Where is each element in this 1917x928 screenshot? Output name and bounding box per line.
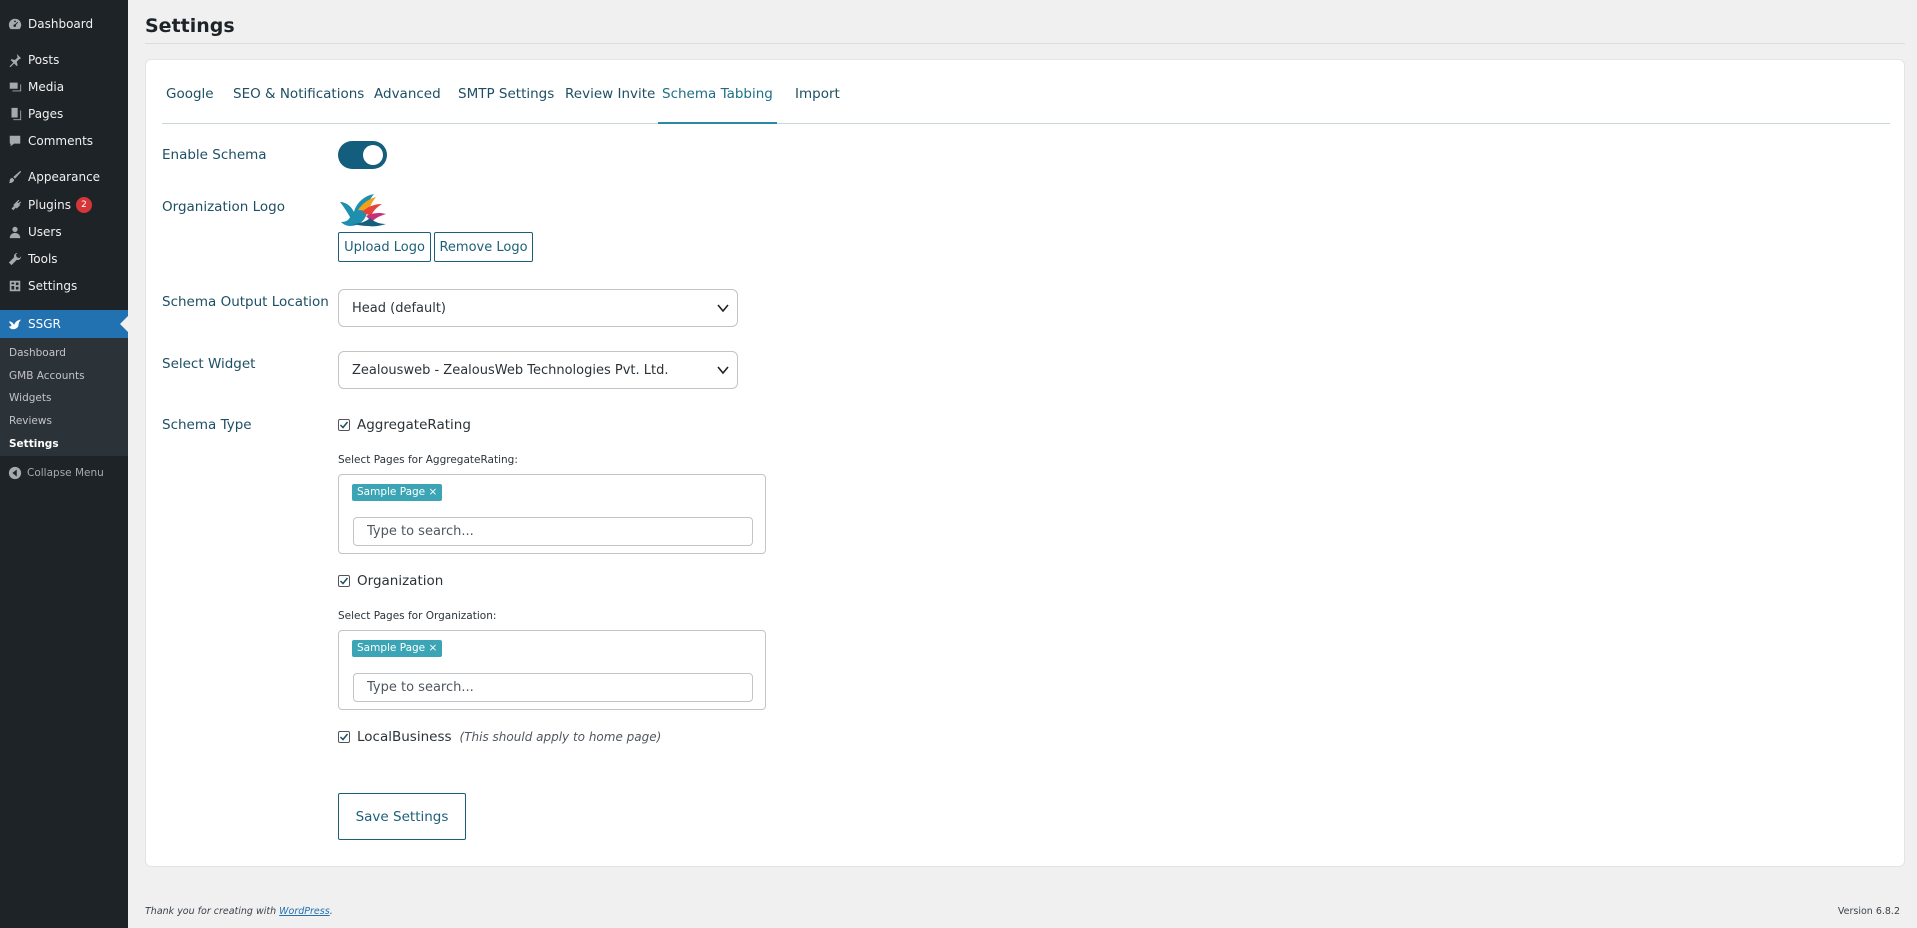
enable-schema-label: Enable Schema: [162, 147, 267, 163]
menu-label: SSGR: [28, 317, 61, 331]
menu-label: Appearance: [28, 170, 101, 184]
selected-value: Zealousweb - ZealousWeb Technologies Pvt…: [352, 362, 669, 378]
collapse-menu-button[interactable]: Collapse Menu: [0, 461, 128, 485]
menu-label: Settings: [28, 279, 78, 293]
aggregate-pages-multiselect: Sample Page ×: [338, 474, 766, 554]
select-widget-select[interactable]: Zealousweb - ZealousWeb Technologies Pvt…: [338, 351, 738, 389]
ssgr-submenu: Dashboard GMB Accounts Widgets Reviews S…: [0, 338, 128, 456]
menu-label: Media: [28, 80, 65, 94]
organization-checkbox[interactable]: [338, 575, 350, 587]
selected-page-chip[interactable]: Sample Page ×: [352, 484, 443, 501]
menu-item-dashboard[interactable]: Dashboard: [0, 11, 128, 37]
menu-label: Plugins: [28, 198, 71, 212]
tab-review-invite[interactable]: Review Invite: [561, 87, 659, 124]
wordpress-link[interactable]: WordPress: [279, 906, 330, 917]
brush-icon: [7, 169, 23, 185]
comment-icon: [7, 133, 23, 149]
menu-label: Tools: [28, 252, 58, 266]
menu-label: Dashboard: [28, 17, 94, 31]
menu-item-appearance[interactable]: Appearance: [0, 164, 128, 190]
schema-type-label: Schema Type: [162, 417, 252, 433]
settings-panel: Google SEO & Notifications Advanced SMTP…: [145, 59, 1905, 867]
collapse-menu-label: Collapse Menu: [27, 467, 104, 479]
bird-icon: [7, 316, 23, 332]
aggregate-pages-label: Select Pages for AggregateRating:: [338, 454, 518, 466]
settings-tabs: Google SEO & Notifications Advanced SMTP…: [162, 60, 1890, 124]
tab-advanced[interactable]: Advanced: [370, 87, 445, 124]
pin-icon: [7, 52, 23, 68]
menu-item-posts[interactable]: Posts: [0, 47, 128, 73]
admin-sidebar: Dashboard Posts Media Pages Comments App…: [0, 0, 128, 928]
tab-google[interactable]: Google: [162, 87, 218, 124]
menu-label: Pages: [28, 107, 64, 121]
local-business-row: LocalBusiness (This should apply to home…: [338, 729, 661, 745]
submenu-item-gmb-accounts[interactable]: GMB Accounts: [9, 367, 85, 385]
schema-output-location-select[interactable]: Head (default): [338, 289, 738, 327]
pages-icon: [7, 106, 23, 122]
tab-smtp-settings[interactable]: SMTP Settings: [454, 87, 558, 124]
chevron-down-icon: [717, 304, 729, 313]
organization-label: Organization: [357, 573, 444, 589]
tab-import[interactable]: Import: [791, 87, 844, 124]
menu-label: Users: [28, 225, 62, 239]
menu-label: Comments: [28, 134, 94, 148]
submenu-item-settings[interactable]: Settings: [9, 435, 59, 453]
wrench-icon: [7, 251, 23, 267]
local-business-label: LocalBusiness: [357, 729, 452, 745]
menu-item-users[interactable]: Users: [0, 219, 128, 245]
footer-thanks-suffix: .: [329, 906, 333, 917]
select-widget-label: Select Widget: [162, 356, 256, 372]
footer-version: Version 6.8.2: [1837, 906, 1900, 917]
aggregate-rating-row: AggregateRating: [338, 417, 471, 433]
aggregate-pages-search-input[interactable]: [353, 517, 753, 546]
title-divider: [145, 43, 1905, 44]
page-title: Settings: [145, 15, 235, 37]
submenu-item-widgets[interactable]: Widgets: [9, 389, 51, 407]
media-icon: [7, 79, 23, 95]
schema-output-location-label: Schema Output Location: [162, 294, 329, 310]
tab-seo-notifications[interactable]: SEO & Notifications: [229, 87, 368, 124]
organization-pages-multiselect: Sample Page ×: [338, 630, 766, 710]
menu-item-comments[interactable]: Comments: [0, 128, 128, 154]
aggregate-rating-label: AggregateRating: [357, 417, 471, 433]
footer-thanks-text: Thank you for creating with: [145, 906, 280, 917]
organization-logo-image: [340, 194, 386, 227]
selected-value: Head (default): [352, 300, 447, 316]
plug-icon: [7, 197, 23, 213]
footer-thanks: Thank you for creating with WordPress.: [145, 906, 333, 917]
check-icon: [339, 577, 349, 585]
organization-row: Organization: [338, 573, 443, 589]
settings-icon: [7, 278, 23, 294]
menu-item-ssgr[interactable]: SSGR: [0, 310, 128, 338]
menu-item-tools[interactable]: Tools: [0, 246, 128, 272]
local-business-checkbox[interactable]: [338, 731, 350, 743]
update-count-badge: 2: [75, 197, 92, 213]
menu-item-media[interactable]: Media: [0, 74, 128, 100]
user-icon: [7, 224, 23, 240]
collapse-arrow-icon: [8, 466, 22, 480]
enable-schema-toggle[interactable]: [338, 141, 387, 169]
organization-logo-label: Organization Logo: [162, 199, 285, 215]
menu-item-settings[interactable]: Settings: [0, 273, 128, 299]
check-icon: [339, 421, 349, 429]
menu-label: Posts: [28, 53, 60, 67]
dashboard-icon: [7, 16, 23, 32]
submenu-item-dashboard[interactable]: Dashboard: [9, 344, 66, 362]
local-business-note: (This should apply to home page): [459, 730, 662, 744]
selected-page-chip[interactable]: Sample Page ×: [352, 640, 443, 657]
aggregate-rating-checkbox[interactable]: [338, 419, 350, 431]
tab-schema-tabbing[interactable]: Schema Tabbing: [658, 87, 777, 124]
menu-item-pages[interactable]: Pages: [0, 101, 128, 127]
submenu-item-reviews[interactable]: Reviews: [9, 412, 52, 430]
upload-logo-button[interactable]: Upload Logo: [338, 232, 431, 262]
menu-item-plugins[interactable]: Plugins 2: [0, 192, 128, 218]
save-settings-button[interactable]: Save Settings: [338, 793, 466, 840]
toggle-knob: [363, 145, 383, 165]
organization-pages-label: Select Pages for Organization:: [338, 610, 497, 622]
chevron-down-icon: [717, 366, 729, 375]
check-icon: [339, 733, 349, 741]
remove-logo-button[interactable]: Remove Logo: [434, 232, 533, 262]
organization-pages-search-input[interactable]: [353, 673, 753, 702]
